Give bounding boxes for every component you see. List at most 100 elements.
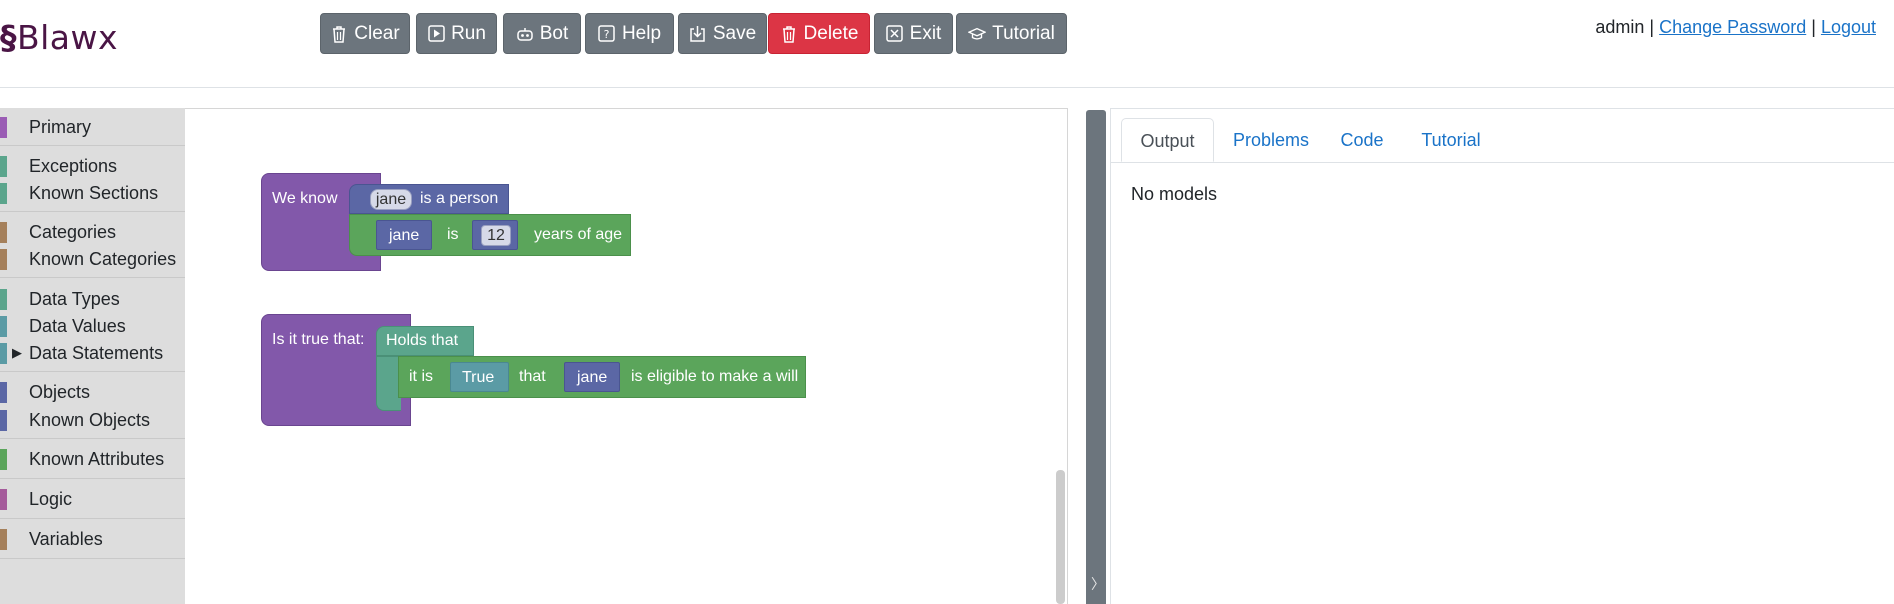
tutorial-label: Tutorial [992,22,1055,44]
category-color-swatch [0,343,7,364]
tab-output[interactable]: Output [1121,118,1214,162]
help-button[interactable]: ? Help [585,13,674,54]
toolbox-category-data-statements[interactable]: ▶ Data Statements [0,340,185,366]
statement-text: is a person [420,190,499,207]
category-color-swatch [0,249,7,270]
separator: | [1649,17,1655,37]
category-color-swatch [0,222,7,243]
holds-that-block[interactable]: Holds that [376,326,474,356]
logout-link[interactable]: Logout [1821,17,1876,37]
tutorial-button[interactable]: Tutorial [956,13,1067,54]
object-block[interactable]: jane [564,362,620,392]
workspace-scrollbar[interactable] [1056,470,1065,604]
toolbox-category-data-values[interactable]: Data Values [0,313,185,339]
object-name: jane [389,227,420,244]
run-label: Run [451,22,486,44]
divider [0,277,185,278]
category-label: Objects [29,382,91,402]
blocks-workspace[interactable]: We know jane is a person jane is 12 year… [185,108,1068,604]
age-suffix-text: years of age [534,226,623,243]
trash-icon [780,25,798,43]
panel-tabs: Output Problems Code Tutorial [1111,118,1894,163]
clear-label: Clear [354,22,400,44]
divider [0,558,185,559]
logo-mark: § [0,18,17,57]
change-password-link[interactable]: Change Password [1659,17,1806,37]
bot-button[interactable]: Bot [503,13,581,54]
eligibility-statement-block[interactable]: it is True that jane is eligible to make… [398,356,806,398]
toolbox-category-known-categories[interactable]: Known Categories [0,246,185,272]
output-message: No models [1131,184,1218,204]
expand-arrow-icon: ▶ [12,345,22,360]
block-toolbox: Primary Exceptions Known Sections Catego… [0,108,185,604]
category-color-swatch [0,382,7,403]
toolbox-category-known-sections[interactable]: Known Sections [0,180,185,206]
exit-button[interactable]: Exit [874,13,953,54]
category-label: Data Types [29,289,120,309]
boolean-value: True [462,369,495,386]
panel-splitter[interactable]: 〉 [1086,110,1106,604]
category-label: Categories [29,222,117,242]
save-button[interactable]: Save [678,13,767,54]
chevron-right-icon[interactable]: 〉 [1091,574,1105,594]
divider [0,518,185,519]
is-text: is [447,226,459,243]
category-label: Known Categories [29,249,177,269]
toolbox-category-exceptions[interactable]: Exceptions [0,153,185,179]
save-label: Save [712,22,757,44]
delete-label: Delete [803,22,859,44]
statement-block-age[interactable]: jane is 12 years of age [349,214,631,256]
category-label: Known Attributes [29,449,165,469]
toolbox-category-known-attributes[interactable]: Known Attributes [0,446,185,472]
category-color-swatch [0,449,7,470]
tab-code[interactable]: Code [1329,118,1395,162]
header: §Blawx Clear Run Bot ? Help Save Delete [0,0,1894,88]
toolbox-category-known-objects[interactable]: Known Objects [0,407,185,433]
toolbox-category-primary[interactable]: Primary [0,114,185,140]
category-color-swatch [0,410,7,431]
help-label: Help [621,22,662,44]
divider [0,478,185,479]
toolbox-category-logic[interactable]: Logic [0,486,185,512]
holds-that-label: Holds that [386,332,459,349]
robot-icon [516,25,534,43]
boolean-block[interactable]: True [450,362,509,392]
clear-button[interactable]: Clear [320,13,410,54]
it-is-text: it is [409,368,433,385]
object-field[interactable]: jane [370,189,412,210]
toolbox-category-objects[interactable]: Objects [0,379,185,405]
app-logo[interactable]: §Blawx [0,18,118,57]
toolbox-category-categories[interactable]: Categories [0,219,185,245]
number-block[interactable]: 12 [472,220,518,250]
fact-block-label: We know [272,190,338,207]
close-box-icon [886,25,904,43]
delete-button[interactable]: Delete [768,13,870,54]
exit-label: Exit [909,22,942,44]
divider [0,145,185,146]
toolbox-category-data-types[interactable]: Data Types [0,286,185,312]
object-block[interactable]: jane [376,220,432,250]
statement-block-is-a-person[interactable]: jane is a person [349,184,509,214]
that-text: that [519,368,546,385]
svg-text:?: ? [604,28,610,41]
category-color-swatch [0,183,7,204]
eligibility-suffix-text: is eligible to make a will [631,368,799,385]
toolbox-category-variables[interactable]: Variables [0,526,185,552]
category-label: Variables [29,529,103,549]
run-button[interactable]: Run [416,13,497,54]
output-panel: Output Problems Code Tutorial No models [1110,108,1894,604]
divider [0,371,185,372]
download-icon [689,25,707,43]
category-color-swatch [0,156,7,177]
category-label: Data Values [29,316,126,336]
tab-problems[interactable]: Problems [1223,118,1319,162]
play-icon [427,25,445,43]
tab-tutorial[interactable]: Tutorial [1407,118,1495,162]
category-color-swatch [0,289,7,310]
category-label: Primary [29,117,91,137]
number-field[interactable]: 12 [481,225,511,246]
category-label: Data Statements [29,343,164,363]
category-label: Logic [29,489,73,509]
category-color-swatch [0,316,7,337]
separator: | [1811,17,1816,37]
